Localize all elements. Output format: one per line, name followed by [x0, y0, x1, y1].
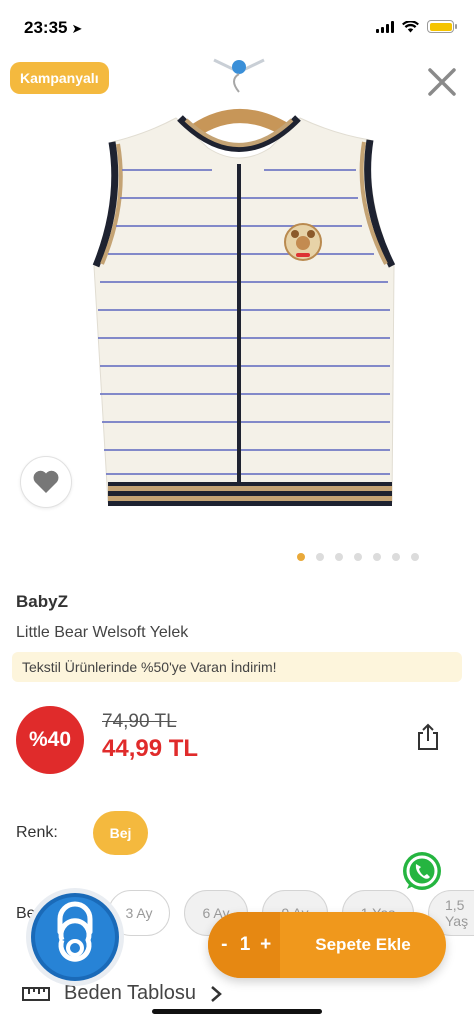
gallery-dot[interactable]: [373, 553, 381, 561]
promo-text: Tekstil Ürünlerinde %50'ye Varan İndirim…: [22, 659, 277, 675]
gallery-pagination[interactable]: [297, 553, 419, 561]
quantity-value: 1: [239, 934, 251, 955]
brand-name[interactable]: BabyZ: [16, 592, 68, 612]
current-price: 44,99 TL: [102, 735, 199, 762]
add-to-cart-bar: - 1 + Sepete Ekle: [208, 912, 446, 978]
product-name: Little Bear Welsoft Yelek: [16, 624, 189, 641]
color-label: Renk:: [16, 824, 58, 841]
decrease-quantity-button[interactable]: -: [216, 934, 232, 956]
location-arrow-icon: ➤: [71, 21, 83, 36]
product-image[interactable]: [0, 52, 474, 542]
cellular-signal-icon: [376, 20, 394, 33]
battery-icon: [427, 20, 457, 33]
old-price: 74,90 TL: [102, 711, 177, 732]
home-indicator: [152, 1009, 322, 1014]
increase-quantity-button[interactable]: +: [258, 934, 274, 956]
wifi-icon: [402, 20, 419, 32]
gallery-dot[interactable]: [297, 553, 305, 561]
close-icon[interactable]: [426, 66, 458, 98]
promo-banner[interactable]: Tekstil Ürünlerinde %50'ye Varan İndirim…: [12, 652, 462, 682]
gallery-dot[interactable]: [354, 553, 362, 561]
discount-badge: %40: [16, 706, 84, 774]
favorite-button[interactable]: [20, 456, 72, 508]
status-bar: 23:35 ➤: [0, 0, 474, 56]
gallery-dot[interactable]: [411, 553, 419, 561]
share-icon[interactable]: [414, 722, 442, 752]
chevron-right-icon: [211, 985, 222, 1002]
status-icons: [376, 20, 457, 33]
whatsapp-icon[interactable]: [398, 848, 446, 896]
heart-icon: [33, 470, 59, 493]
gallery-dot[interactable]: [316, 553, 324, 561]
ruler-icon: [22, 986, 50, 1001]
add-to-cart-button[interactable]: Sepete Ekle: [280, 912, 446, 978]
status-time: 23:35 ➤: [24, 18, 82, 38]
gallery-dot[interactable]: [392, 553, 400, 561]
color-option-bej[interactable]: Bej: [93, 811, 148, 855]
quantity-stepper: - 1 +: [208, 912, 280, 978]
accessibility-assistant-icon[interactable]: [24, 886, 126, 988]
clock: 23:35: [24, 18, 68, 37]
gallery-dot[interactable]: [335, 553, 343, 561]
campaign-badge: Kampanyalı: [10, 62, 109, 94]
